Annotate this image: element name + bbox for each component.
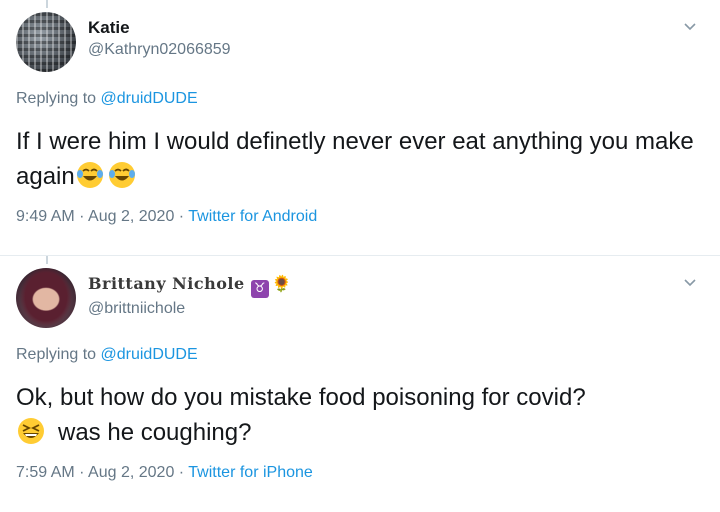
user-handle[interactable]: @Kathryn02066859 xyxy=(88,39,231,61)
author-info: Brittany Nichole ♉ 🌻 @brittniichole xyxy=(88,268,292,320)
taurus-icon: ♉ xyxy=(250,280,269,298)
meta-separator: · xyxy=(79,464,85,481)
tweet-body-line1: Ok, but how do you mistake food poisonin… xyxy=(16,384,586,411)
user-handle[interactable]: @brittniichole xyxy=(88,298,292,320)
tweet-source-link[interactable]: Twitter for Android xyxy=(188,208,317,225)
tweet-body-line2-row: was he coughing? xyxy=(16,415,696,450)
chevron-down-icon[interactable] xyxy=(682,274,698,290)
tweet-katie[interactable]: Katie @Kathryn02066859 Replying to @drui… xyxy=(0,0,720,256)
meta-separator: · xyxy=(79,208,85,225)
grinning-squinting-face-icon xyxy=(18,418,44,444)
tweet-meta: 7:59 AM · Aug 2, 2020 · Twitter for iPho… xyxy=(16,462,704,484)
avatar[interactable] xyxy=(16,12,76,72)
meta-separator: · xyxy=(178,464,185,481)
replying-to: Replying to @druidDUDE xyxy=(16,344,704,366)
tweet-meta: 9:49 AM · Aug 2, 2020 · Twitter for Andr… xyxy=(16,206,704,228)
meta-separator: · xyxy=(178,208,185,225)
tweet-text: If I were him I would definetly never ev… xyxy=(16,124,696,194)
tweet-text: Ok, but how do you mistake food poisonin… xyxy=(16,380,696,450)
sunflower-icon: 🌻 xyxy=(271,274,292,293)
display-name[interactable]: Katie xyxy=(88,17,231,39)
thread-line xyxy=(46,256,48,264)
replying-to: Replying to @druidDUDE xyxy=(16,88,704,110)
avatar[interactable] xyxy=(16,268,76,328)
face-with-tears-of-joy-icon xyxy=(76,162,103,188)
tweet-header: Brittany Nichole ♉ 🌻 @brittniichole xyxy=(16,268,704,332)
reply-mention-link[interactable]: @druidDUDE xyxy=(101,90,198,107)
chevron-down-icon[interactable] xyxy=(682,18,698,34)
tweet-source-link[interactable]: Twitter for iPhone xyxy=(188,464,313,481)
display-name-row: Brittany Nichole ♉ 🌻 xyxy=(88,273,292,298)
tweet-date[interactable]: Aug 2, 2020 xyxy=(88,464,174,481)
reply-mention-link[interactable]: @druidDUDE xyxy=(101,346,198,363)
display-name[interactable]: Brittany Nichole xyxy=(88,274,245,293)
tweet-time[interactable]: 9:49 AM xyxy=(16,208,75,225)
replying-label: Replying to xyxy=(16,346,97,363)
tweet-header: Katie @Kathryn02066859 xyxy=(16,12,704,76)
tweet-brittany[interactable]: Brittany Nichole ♉ 🌻 @brittniichole Replyi… xyxy=(0,256,720,512)
tweet-date[interactable]: Aug 2, 2020 xyxy=(88,208,174,225)
tweet-body-line2: was he coughing? xyxy=(58,419,252,446)
face-with-tears-of-joy-icon xyxy=(108,162,135,188)
author-info: Katie @Kathryn02066859 xyxy=(88,12,231,61)
tweet-time[interactable]: 7:59 AM xyxy=(16,464,75,481)
thread-line xyxy=(46,0,48,8)
replying-label: Replying to xyxy=(16,90,97,107)
